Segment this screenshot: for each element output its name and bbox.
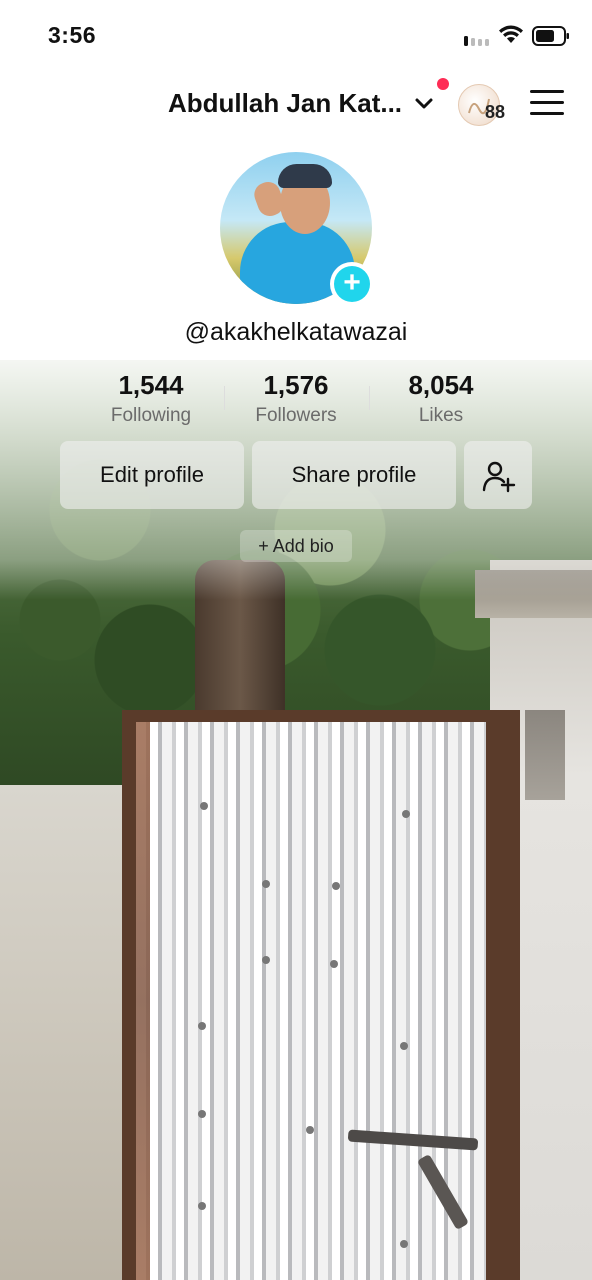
stat-value: 1,544 [118,370,184,400]
battery-icon [532,26,569,46]
door-bolt [198,1022,206,1030]
badge-count: 88 [485,102,506,122]
stat-followers[interactable]: 1,576 Followers [223,370,369,427]
door-bolt [198,1110,206,1118]
door-bolt [402,810,410,818]
profile-stats: 1,544 Following 1,576 Followers 8,054 Li… [78,370,514,430]
username: @akakhelkatawazai [184,318,408,346]
stat-value: 8,054 [408,370,474,400]
door-latch [347,1129,479,1151]
stat-label: Followers [255,405,337,426]
wifi-icon [499,25,523,43]
chevron-down-icon[interactable] [412,92,436,116]
door-bolt [262,956,270,964]
share-profile-button[interactable]: Share profile [252,441,456,509]
menu-icon-line [530,112,564,115]
door-bolt [400,1240,408,1248]
door-latch-handle [416,1153,470,1231]
door-bolt [200,802,208,810]
profile-header: Abdullah Jan Kat... 88 [0,74,592,134]
cellular-signal-icon [464,36,489,46]
notification-dot [437,78,449,90]
metal-door [136,722,486,1280]
stat-likes[interactable]: 8,054 Likes [368,370,514,427]
stat-label: Likes [418,405,464,426]
wall-hole [525,710,565,800]
door-rust [136,722,150,1280]
stat-following[interactable]: 1,544 Following [78,370,224,427]
menu-icon-line [530,101,564,104]
door-bolt [330,960,338,968]
wall-left [0,785,135,1280]
door-bolt [198,1202,206,1210]
add-bio-button[interactable]: + Add bio [240,530,352,562]
account-switcher-name[interactable]: Abdullah Jan Kat... [168,88,402,119]
add-story-button[interactable]: + [330,262,374,306]
menu-button[interactable] [530,90,564,116]
status-bar: 3:56 [0,0,592,72]
stat-value: 1,576 [263,370,329,400]
door-bolt [332,882,340,890]
status-time: 3:56 [48,22,97,48]
door-bolt [262,880,270,888]
avatar-cap [278,164,332,188]
door-bolt [306,1126,314,1134]
stat-label: Following [110,405,192,426]
edit-profile-button[interactable]: Edit profile [60,441,244,509]
add-user-icon [482,461,516,493]
menu-icon-line [530,90,564,93]
door-bolt [400,1042,408,1050]
plus-icon: + [334,266,370,302]
add-friends-button[interactable] [464,441,532,509]
